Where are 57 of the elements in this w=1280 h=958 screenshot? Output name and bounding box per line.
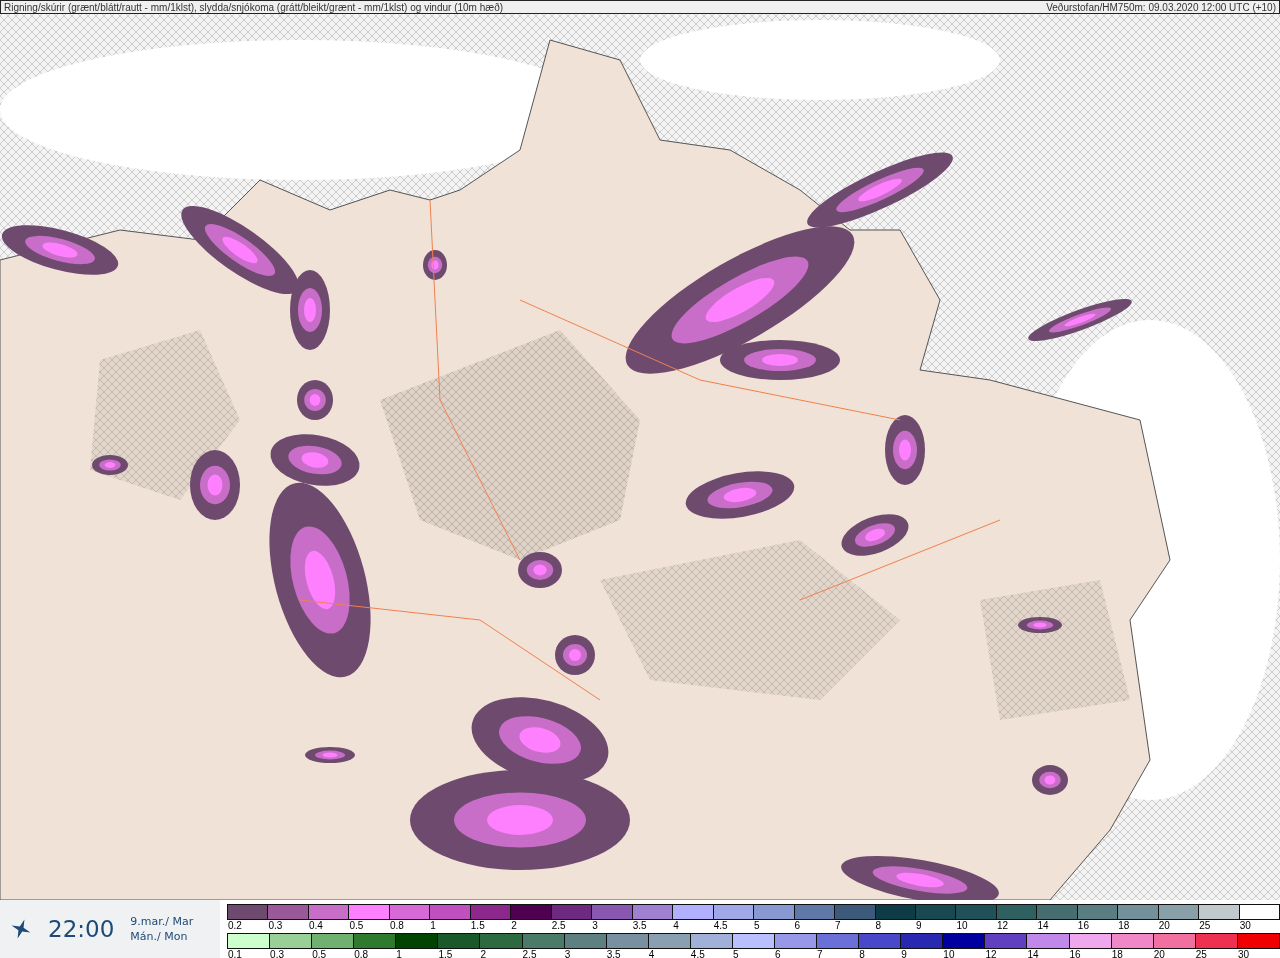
legend-label: 4.5	[690, 949, 706, 958]
map-title: Rigning/skúrir (grænt/blátt/rautt - mm/1klst), slydda/snjókoma (grátt/bleikt/grænt - mm/1klst) og vindur (10m hæð)	[4, 1, 504, 13]
legend-label: 16	[1069, 949, 1082, 958]
legend-label: 20	[1158, 920, 1171, 932]
forecast-source: Veðurstofan/HM750m: 09.03.2020 12:00 UTC (+10)	[1046, 1, 1276, 13]
legend-label: 8	[875, 920, 883, 932]
legend-label: 30	[1239, 920, 1252, 932]
legend-label: 6	[794, 920, 802, 932]
legend-label: 9	[915, 920, 923, 932]
legend-label: 3	[592, 920, 599, 932]
legend-label: 0.2	[228, 920, 243, 932]
legend-label: 0.8	[389, 920, 405, 932]
wind-icon	[10, 918, 32, 940]
legend-label: 6	[775, 949, 782, 958]
legend-label: 1.5	[438, 949, 454, 958]
legend-label: 12	[996, 920, 1010, 932]
legend-label: 18	[1118, 920, 1131, 932]
legend-label: 7	[817, 949, 824, 958]
legend-label: 20	[1153, 949, 1166, 958]
legend-label: 3.5	[632, 920, 648, 932]
legend-label: 25	[1199, 920, 1212, 932]
legend-label: 0.1	[228, 949, 243, 958]
legend-label: 14	[1037, 920, 1050, 932]
legend-label: 30	[1237, 949, 1250, 958]
forecast-date: 9.mar./ Mar	[130, 915, 194, 928]
forecast-time: 22:00	[48, 916, 115, 942]
legend-label: 7	[835, 920, 842, 932]
legend-label: 9	[901, 949, 908, 958]
legend-label: 3	[564, 949, 572, 958]
legend-label: 0.3	[268, 920, 284, 932]
legend-label: 4.5	[713, 920, 729, 932]
legend-label: 8	[859, 949, 866, 958]
legend-label: 0.4	[308, 920, 324, 932]
legend-label: 4	[648, 949, 656, 958]
legend-label: 16	[1077, 920, 1090, 932]
legend-label: 1	[430, 920, 437, 932]
legend-label: 25	[1195, 949, 1208, 958]
forecast-weekday: Mán./ Mon	[130, 930, 189, 943]
legend-label: 0.8	[354, 949, 370, 958]
legend-label: 0.3	[270, 949, 285, 958]
legend-label: 14	[1027, 949, 1040, 958]
legend-label: 0.5	[312, 949, 328, 958]
legend-label: 2	[511, 920, 518, 932]
legend-label: 5	[754, 920, 761, 932]
legend-label: 1	[396, 949, 403, 958]
legend-label: 5	[732, 949, 740, 958]
legend-label: 2	[480, 949, 488, 958]
legend-label: 3.5	[606, 949, 622, 958]
legend-label: 1.5	[470, 920, 486, 932]
legend-label: 2.5	[551, 920, 567, 932]
legend-label: 2.5	[522, 949, 538, 958]
legend-label: 10	[956, 920, 969, 932]
legend-label: 12	[985, 949, 998, 958]
legend-label: 4	[673, 920, 680, 932]
legend-label: 18	[1111, 949, 1124, 958]
legend-label: 0.5	[349, 920, 365, 932]
legend-label: 10	[943, 949, 956, 958]
